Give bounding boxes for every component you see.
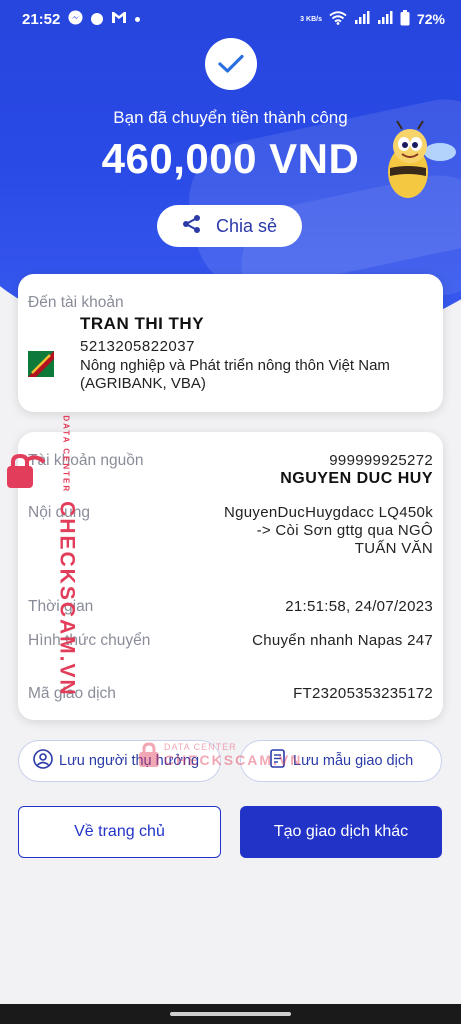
wifi-icon <box>329 10 347 28</box>
circle-icon <box>91 13 104 25</box>
recipient-bank: Nông nghiệp và Phát triển nông thôn Việt… <box>80 357 390 392</box>
method-value: Chuyển nhanh Napas 247 <box>252 632 433 649</box>
source-account-row: Tài khoản nguồn 999999925272 NGUYEN DUC … <box>28 452 433 488</box>
source-value: 999999925272 NGUYEN DUC HUY <box>280 452 433 488</box>
system-nav-bar <box>0 1004 461 1024</box>
network-speed: 3 KB/s <box>300 15 322 23</box>
method-label: Hình thức chuyển <box>28 632 151 649</box>
save-template-label: Lưu mẫu giao dịch <box>293 753 414 769</box>
gmail-icon <box>111 11 127 28</box>
watermark-brand: CHECKSCAM.VN <box>164 752 303 768</box>
content-value: NguyenDucHuygdacc LQ450k -> Còi Sơn gttg… <box>224 504 433 557</box>
transaction-details-card: Tài khoản nguồn 999999925272 NGUYEN DUC … <box>18 432 443 720</box>
status-bar: 21:52 3 KB/s 72% <box>0 0 461 38</box>
signal-icon <box>354 11 370 27</box>
new-transaction-button[interactable]: Tạo giao dịch khác <box>240 806 442 858</box>
transaction-id-value: FT23205353235172 <box>293 685 433 702</box>
watermark-lock-icon <box>139 742 159 767</box>
watermark-sub: DATA CENTER <box>164 742 237 752</box>
watermark-sub: DATA CENTER <box>62 415 72 494</box>
signal-icon <box>377 11 393 27</box>
home-button[interactable]: Về trang chủ <box>18 806 221 858</box>
success-check-icon <box>205 38 257 90</box>
agribank-logo-icon <box>28 351 54 377</box>
battery-icon <box>400 9 410 29</box>
battery-percent: 72% <box>416 11 445 27</box>
method-row: Hình thức chuyển Chuyển nhanh Napas 247 <box>28 632 433 650</box>
user-circle-icon <box>33 749 53 773</box>
watermark-brand: CHECKSCAM.VN <box>55 501 79 697</box>
home-gesture-handle[interactable] <box>170 1012 291 1016</box>
recipient-label: Đến tài khoản <box>28 294 124 311</box>
watermark-vertical: DATA CENTER CHECKSCAM.VN <box>55 415 79 696</box>
messenger-icon <box>68 9 83 29</box>
watermark-lock-icon <box>6 453 48 490</box>
recipient-account: 5213205822037 <box>80 338 195 355</box>
share-icon <box>182 214 202 239</box>
transaction-id-row: Mã giao dịch FT23205353235172 <box>28 685 433 703</box>
source-account: 999999925272 <box>329 452 433 469</box>
status-time: 21:52 <box>22 10 61 28</box>
recipient-card: Đến tài khoản TRAN THI THY 5213205822037… <box>18 274 443 412</box>
share-label: Chia sẻ <box>215 215 278 236</box>
notification-dot-icon <box>135 16 141 22</box>
share-button[interactable]: Chia sẻ <box>157 205 302 247</box>
source-name: NGUYEN DUC HUY <box>280 470 433 487</box>
content-row: Nội dung NguyenDucHuygdacc LQ450k -> Còi… <box>28 504 433 558</box>
watermark-center: DATA CENTER CHECKSCAM.VN <box>138 742 302 768</box>
bee-mascot-icon <box>380 120 460 206</box>
recipient-name: TRAN THI THY <box>80 314 205 333</box>
time-value: 21:51:58, 24/07/2023 <box>285 598 433 615</box>
time-row: Thời gian 21:51:58, 24/07/2023 <box>28 598 433 616</box>
